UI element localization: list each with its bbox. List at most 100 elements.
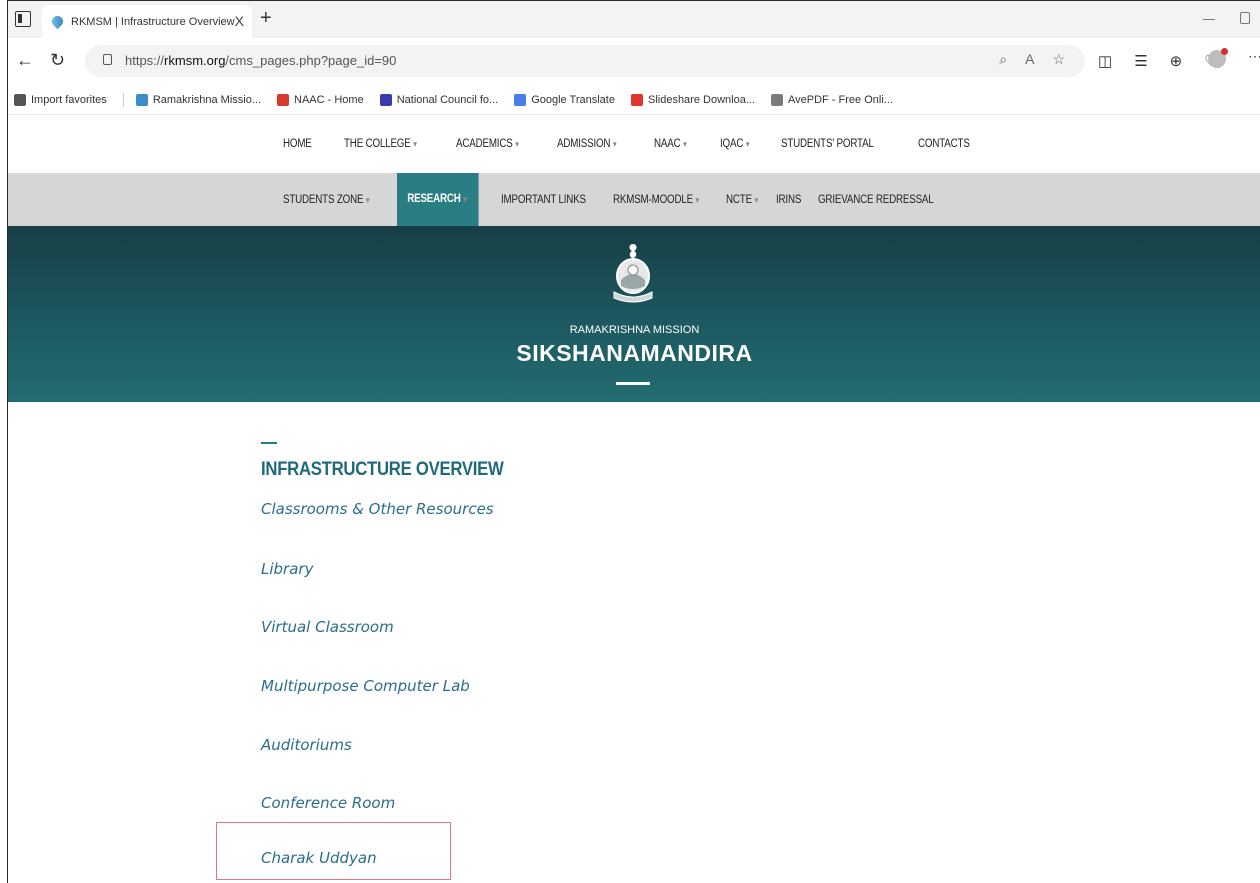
nav-item-ncte[interactable]: NCTE ▾ bbox=[726, 194, 768, 206]
nav-item-contacts[interactable]: CONTACTS bbox=[918, 138, 970, 150]
nav-item-irins[interactable]: IRINS bbox=[776, 194, 811, 206]
bookmark-label: Google Translate bbox=[531, 94, 615, 106]
nav-item-grievance-redressal[interactable]: GRIEVANCE REDRESSAL bbox=[818, 194, 944, 206]
address-bar-icons: ⌕ A ☆ bbox=[999, 51, 1065, 68]
page-title: INFRASTRUCTURE OVERVIEW bbox=[261, 459, 504, 480]
main-nav: HOME THE COLLEGE ▾ ACADEMICS ▾ ADMISSION ▾ N… bbox=[8, 120, 1260, 173]
chevron-down-icon: ▾ bbox=[412, 139, 417, 149]
banner-subtitle: RAMAKRISHNA MISSION bbox=[569, 324, 700, 336]
nav-label: IQAC bbox=[719, 138, 744, 150]
chevron-down-icon: ▾ bbox=[613, 139, 617, 149]
nav-item-students-zone[interactable]: STUDENTS ZONE ▾ bbox=[283, 194, 380, 206]
chevron-down-icon: ▾ bbox=[695, 194, 700, 205]
bookmark-separator bbox=[122, 93, 124, 107]
site-favicon-icon bbox=[49, 13, 66, 30]
toolbar-icons: ◫ ☰ ⊕ ♡ bbox=[1098, 52, 1218, 70]
bookmark-label: Slideshare Downloa... bbox=[647, 94, 755, 106]
nav-item-students-portal[interactable]: STUDENTS' PORTAL bbox=[781, 138, 874, 150]
nav-label: NAAC bbox=[654, 138, 681, 150]
mission-emblem-icon bbox=[613, 244, 653, 303]
nav-item-academics[interactable]: ACADEMICS ▾ bbox=[456, 138, 519, 150]
infrastructure-link[interactable]: Multipurpose Computer Lab bbox=[261, 677, 470, 695]
main-content: INFRASTRUCTURE OVERVIEW Classrooms & Oth… bbox=[8, 402, 1260, 883]
nav-item-important-links[interactable]: IMPORTANT LINKS bbox=[501, 194, 596, 206]
collections-icon[interactable]: ⊕ bbox=[1170, 52, 1183, 70]
bookmark-item[interactable]: Import favorites bbox=[14, 94, 107, 106]
chevron-down-icon: ▾ bbox=[754, 194, 759, 205]
nav-label: IRINS bbox=[776, 193, 802, 206]
page-info-icon[interactable] bbox=[103, 54, 112, 65]
nav-label: GRIEVANCE REDRESSAL bbox=[817, 193, 934, 206]
split-screen-icon[interactable]: ◫ bbox=[1098, 52, 1112, 70]
nav-label: IMPORTANT LINKS bbox=[501, 193, 587, 206]
bookmark-item[interactable]: Google Translate bbox=[514, 94, 615, 106]
bookmark-favicon-icon bbox=[14, 94, 26, 106]
nav-item-iqac[interactable]: IQAC ▾ bbox=[719, 138, 750, 150]
bookmark-label: Import favorites bbox=[31, 94, 107, 106]
infrastructure-link[interactable]: Classrooms & Other Resources bbox=[261, 500, 494, 518]
minimize-icon[interactable] bbox=[1203, 19, 1215, 20]
nav-label: NCTE bbox=[726, 193, 753, 206]
infrastructure-link[interactable]: Library bbox=[261, 560, 313, 578]
bookmark-item[interactable]: AvePDF - Free Onli... bbox=[771, 94, 893, 106]
tab-title: RKMSM | Infrastructure Overview bbox=[71, 15, 235, 28]
banner-divider bbox=[616, 382, 650, 385]
nav-label: THE COLLEGE bbox=[343, 138, 411, 150]
highlight-box bbox=[216, 822, 451, 880]
bookmark-item[interactable]: NAAC - Home bbox=[277, 94, 364, 106]
nav-item-research[interactable]: RESEARCH ▾ bbox=[396, 173, 479, 226]
favorites-icon[interactable]: ☰ bbox=[1134, 52, 1147, 70]
maximize-icon[interactable] bbox=[1240, 12, 1250, 24]
nav-item-home[interactable]: HOME bbox=[283, 138, 312, 150]
chevron-down-icon: ▾ bbox=[365, 194, 370, 205]
infrastructure-link[interactable]: Conference Room bbox=[261, 794, 395, 812]
refresh-icon[interactable]: ↻ bbox=[50, 50, 65, 71]
nav-label: RKMSM-MOODLE bbox=[613, 193, 693, 206]
tab-actions-icon[interactable] bbox=[15, 11, 31, 27]
chevron-down-icon: ▾ bbox=[515, 139, 520, 149]
more-menu-icon[interactable]: ⋯ bbox=[1248, 48, 1260, 65]
bookmark-favicon-icon bbox=[277, 94, 290, 106]
bookmark-label: AvePDF - Free Onli... bbox=[788, 94, 893, 106]
section-dash bbox=[261, 442, 277, 444]
address-bar[interactable]: https://rkmsm.org/cms_pages.php?page_id=… bbox=[85, 45, 1085, 77]
bookmark-favicon-icon bbox=[514, 94, 527, 106]
tab-close-icon[interactable]: X bbox=[235, 13, 244, 29]
chevron-down-icon: ▾ bbox=[683, 139, 688, 149]
bookmark-favicon-icon bbox=[135, 94, 148, 106]
bookmark-item[interactable]: Ramakrishna Missio... bbox=[135, 94, 262, 106]
browser-window: RKMSM | Infrastructure Overview X + ← ↻ … bbox=[7, 0, 1260, 883]
bookmark-label: Ramakrishna Missio... bbox=[152, 94, 262, 106]
bookmark-favicon-icon bbox=[630, 94, 643, 106]
banner-title: SIKSHANAMANDIRA bbox=[516, 340, 753, 366]
tab-active[interactable]: RKMSM | Infrastructure Overview X bbox=[42, 5, 252, 38]
infrastructure-link[interactable]: Auditoriums bbox=[261, 736, 352, 754]
nav-label: RESEARCH bbox=[407, 193, 461, 205]
bookmarks-bar: Import favorites Ramakrishna Missio... NAA… bbox=[8, 86, 1260, 115]
nav-label: HOME bbox=[283, 138, 312, 150]
bookmark-favicon-icon bbox=[771, 94, 783, 106]
secondary-nav: STUDENTS ZONE ▾ RESEARCH ▾ IMPORTANT LINKS… bbox=[8, 173, 1260, 226]
new-tab-button[interactable]: + bbox=[260, 7, 272, 30]
chevron-down-icon: ▾ bbox=[463, 194, 467, 204]
back-arrow-icon[interactable]: ← bbox=[16, 50, 34, 71]
bookmark-label: NAAC - Home bbox=[294, 94, 364, 106]
nav-label: ACADEMICS bbox=[456, 138, 513, 150]
nav-label: STUDENTS ZONE bbox=[283, 193, 364, 206]
read-aloud-icon[interactable]: A bbox=[1025, 51, 1034, 68]
nav-item-the-college[interactable]: THE COLLEGE ▾ bbox=[344, 138, 417, 150]
infrastructure-link[interactable]: Virtual Classroom bbox=[261, 618, 394, 636]
favorite-star-icon[interactable]: ☆ bbox=[1052, 51, 1065, 68]
zoom-icon[interactable]: ⌕ bbox=[999, 51, 1007, 68]
bookmark-item[interactable]: National Council fo... bbox=[379, 94, 499, 106]
tab-strip: RKMSM | Infrastructure Overview X + bbox=[8, 1, 1260, 38]
address-row: ← ↻ https://rkmsm.org/cms_pages.php?page… bbox=[8, 38, 1260, 86]
url-text[interactable]: https://rkmsm.org/cms_pages.php?page_id=… bbox=[125, 53, 396, 68]
nav-label: CONTACTS bbox=[917, 138, 970, 150]
profile-avatar[interactable] bbox=[1208, 48, 1228, 68]
bookmark-label: National Council fo... bbox=[396, 94, 499, 106]
nav-item-rkmsm-moodle[interactable]: RKMSM-MOODLE ▾ bbox=[613, 194, 709, 206]
nav-item-admission[interactable]: ADMISSION ▾ bbox=[557, 138, 617, 150]
nav-item-naac[interactable]: NAAC ▾ bbox=[654, 138, 687, 150]
bookmark-item[interactable]: Slideshare Downloa... bbox=[630, 94, 755, 106]
